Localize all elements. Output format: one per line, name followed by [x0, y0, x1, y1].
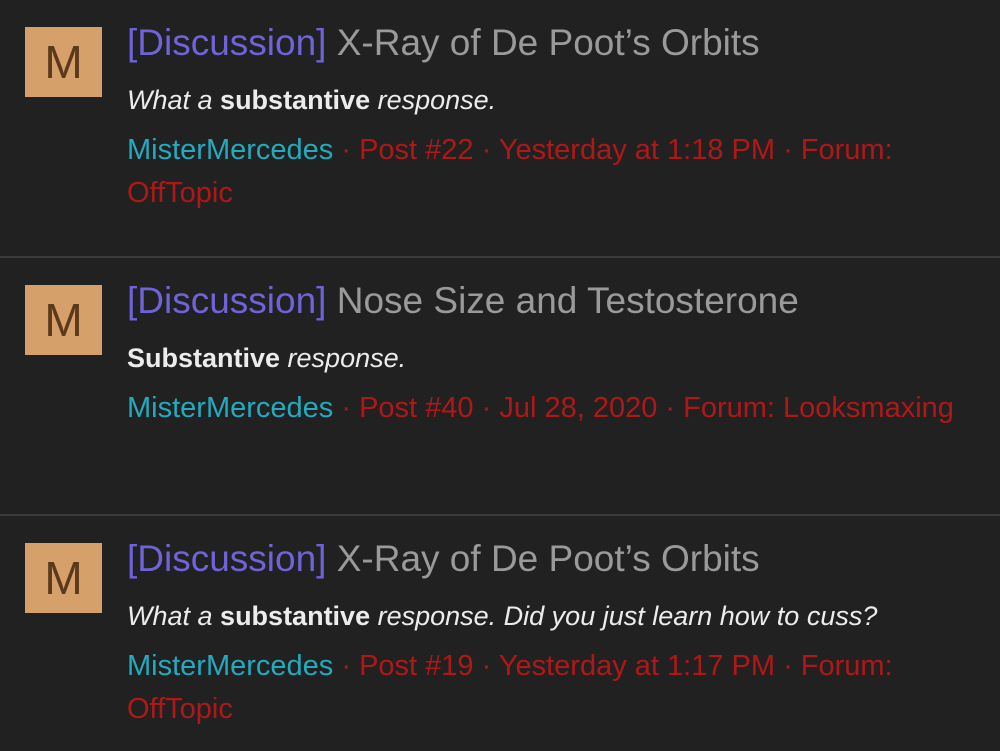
meta-separator: · — [473, 650, 499, 682]
result-snippet: What a substantive response. Did you jus… — [127, 600, 980, 632]
result-meta: MisterMercedes · Post #22 · Yesterday at… — [127, 129, 980, 215]
snippet-text: response. Did you just learn how to cuss… — [370, 601, 878, 631]
snippet-text: response. — [280, 343, 407, 373]
result-meta: MisterMercedes · Post #19 · Yesterday at… — [127, 645, 980, 731]
meta-separator: · — [333, 392, 360, 424]
forum-label: Forum: — [683, 392, 775, 424]
result-body: [Discussion] X-Ray of De Poot’s Orbits W… — [127, 21, 980, 215]
post-number[interactable]: Post #19 — [359, 650, 473, 682]
avatar[interactable]: M — [25, 543, 102, 613]
result-snippet: Substantive response. — [127, 342, 980, 374]
search-result[interactable]: M [Discussion] Nose Size and Testosteron… — [0, 256, 1000, 514]
forum-label: Forum: — [800, 650, 893, 682]
forum-label: Forum: — [800, 134, 893, 166]
snippet-text: What a — [127, 601, 221, 631]
result-body: [Discussion] Nose Size and Testosterone … — [127, 279, 980, 430]
result-title[interactable]: [Discussion] X-Ray of De Poot’s Orbits — [127, 21, 980, 65]
forum-link[interactable]: OffTopic — [127, 693, 233, 725]
search-result[interactable]: M [Discussion] X-Ray of De Poot’s Orbits… — [0, 0, 1000, 256]
meta-separator: · — [657, 392, 684, 424]
snippet-highlight: substantive — [220, 601, 371, 631]
thread-title[interactable]: Nose Size and Testosterone — [337, 280, 799, 321]
result-title[interactable]: [Discussion] X-Ray of De Poot’s Orbits — [127, 537, 980, 581]
forum-link[interactable]: OffTopic — [127, 177, 233, 209]
forum-link[interactable]: Looksmaxing — [783, 392, 954, 424]
search-result[interactable]: M [Discussion] X-Ray of De Poot’s Orbits… — [0, 514, 1000, 749]
meta-separator: · — [775, 650, 801, 682]
search-results-list: M [Discussion] X-Ray of De Poot’s Orbits… — [0, 0, 1000, 749]
avatar[interactable]: M — [25, 285, 102, 355]
snippet-highlight: Substantive — [127, 343, 281, 373]
result-title[interactable]: [Discussion] Nose Size and Testosterone — [127, 279, 980, 323]
meta-separator: · — [775, 134, 801, 166]
post-date[interactable]: Yesterday at 1:18 PM — [499, 134, 775, 166]
snippet-highlight: substantive — [220, 85, 371, 115]
result-snippet: What a substantive response. — [127, 84, 980, 116]
result-body: [Discussion] X-Ray of De Poot’s Orbits W… — [127, 537, 980, 731]
post-number[interactable]: Post #22 — [359, 134, 473, 166]
thread-prefix: [Discussion] — [127, 538, 327, 579]
post-date[interactable]: Yesterday at 1:17 PM — [499, 650, 775, 682]
thread-title[interactable]: X-Ray of De Poot’s Orbits — [337, 538, 760, 579]
meta-separator: · — [333, 650, 360, 682]
thread-prefix: [Discussion] — [127, 22, 327, 63]
post-number[interactable]: Post #40 — [359, 392, 473, 424]
result-meta: MisterMercedes · Post #40 · Jul 28, 2020… — [127, 387, 980, 430]
meta-separator: · — [473, 392, 500, 424]
snippet-text: What a — [127, 85, 221, 115]
author-link[interactable]: MisterMercedes — [127, 650, 333, 682]
post-date[interactable]: Jul 28, 2020 — [499, 392, 657, 424]
author-link[interactable]: MisterMercedes — [127, 134, 333, 166]
thread-title[interactable]: X-Ray of De Poot’s Orbits — [337, 22, 760, 63]
snippet-text: response. — [370, 85, 497, 115]
meta-separator: · — [333, 134, 360, 166]
avatar[interactable]: M — [25, 27, 102, 97]
meta-separator: · — [473, 134, 499, 166]
thread-prefix: [Discussion] — [127, 280, 327, 321]
author-link[interactable]: MisterMercedes — [127, 392, 333, 424]
